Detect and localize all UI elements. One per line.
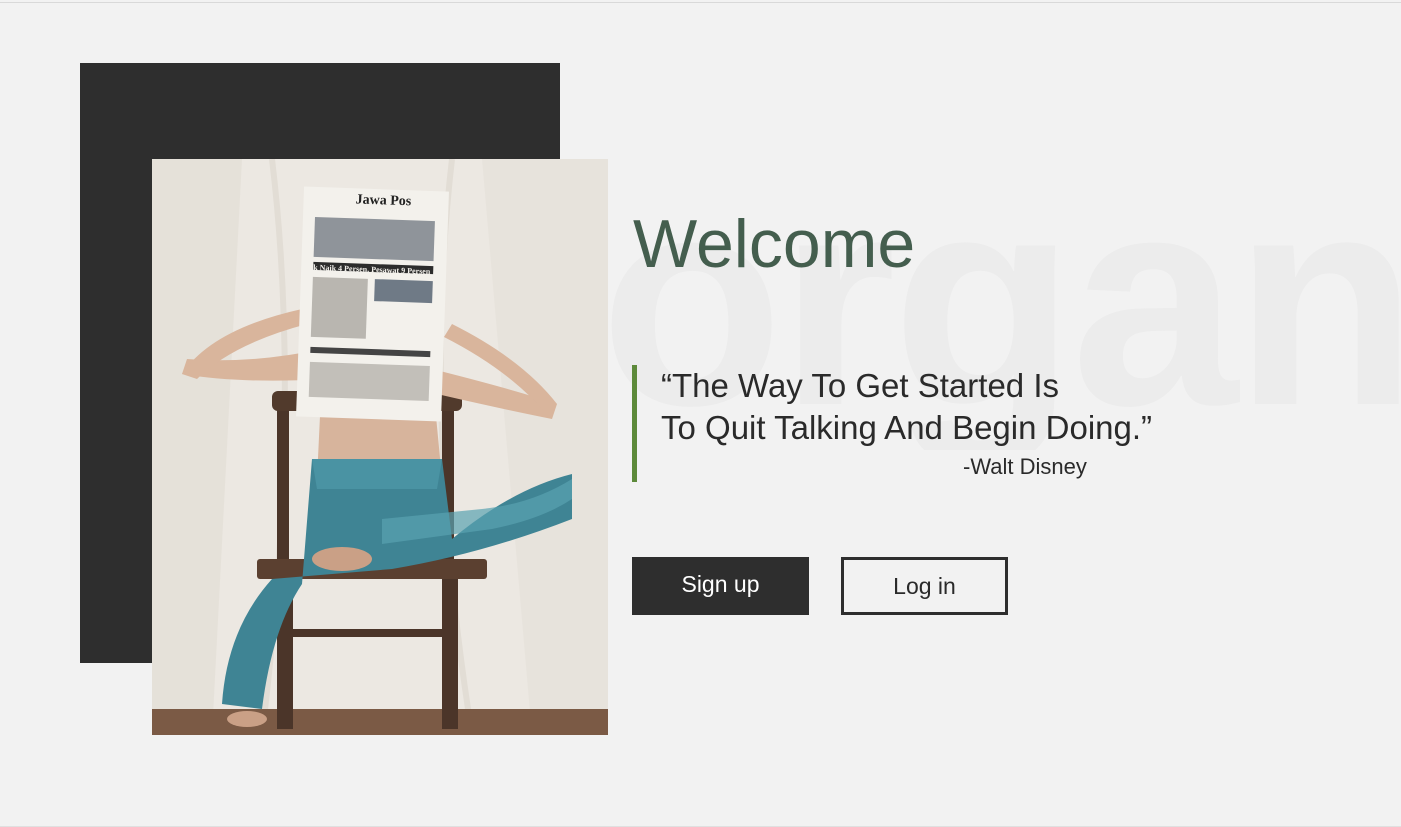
quote-author: -Walt Disney xyxy=(963,454,1087,479)
signup-button[interactable]: Sign up xyxy=(632,557,809,615)
quote-line-1: “The Way To Get Started Is xyxy=(661,367,1059,404)
quote-block: “The Way To Get Started Is To Quit Talki… xyxy=(632,365,1212,482)
hero-photo: Jawa Pos k Naik 4 Persen, Pesawat 9 Pers… xyxy=(152,159,608,735)
login-button[interactable]: Log in xyxy=(841,557,1008,615)
top-border xyxy=(0,2,1401,3)
welcome-title: Welcome xyxy=(633,206,916,282)
quote-line-2: To Quit Talking And Begin Doing.” xyxy=(661,409,1153,446)
newspaper-masthead: Jawa Pos xyxy=(355,192,412,209)
